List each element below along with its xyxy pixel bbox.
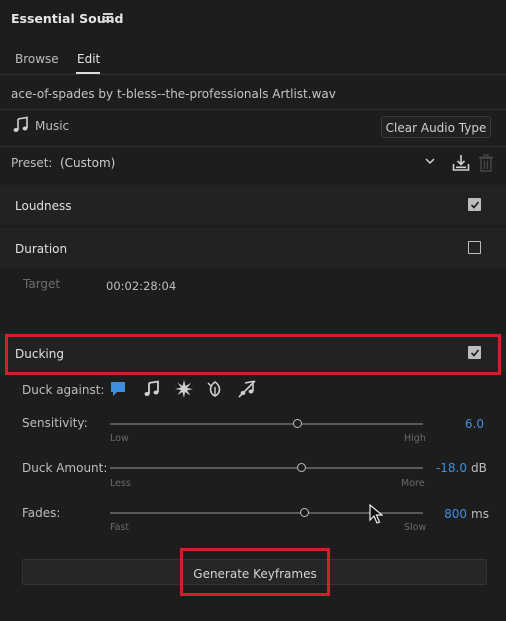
tab-browse[interactable]: Browse [15, 52, 59, 66]
music-icon[interactable] [142, 379, 162, 399]
preset-label: Preset: [11, 156, 53, 170]
divider [0, 74, 506, 75]
loudness-section [0, 185, 506, 225]
fades-max-label: Slow [404, 522, 427, 533]
panel-menu-icon[interactable] [103, 13, 113, 22]
loudness-checkbox[interactable] [468, 198, 481, 211]
duck-against-label: Duck against: [22, 383, 105, 397]
divider [0, 109, 506, 110]
sensitivity-slider-track[interactable] [110, 423, 423, 425]
fades-value[interactable]: 800 [425, 507, 467, 521]
fades-slider-thumb[interactable] [300, 508, 309, 517]
duck-amount-label: Duck Amount: [22, 461, 108, 475]
sensitivity-min-label: Low [110, 433, 129, 444]
tab-edit[interactable]: Edit [77, 52, 100, 66]
duck-amount-unit: dB [471, 461, 487, 475]
duck-amount-value[interactable]: -18.0 [425, 461, 467, 475]
duration-checkbox[interactable] [468, 241, 481, 254]
ducking-highlight [5, 334, 501, 375]
duck-amount-slider-thumb[interactable] [297, 463, 306, 472]
sfx-icon[interactable] [174, 379, 194, 399]
music-note-icon [13, 116, 28, 132]
chevron-down-icon[interactable] [424, 155, 436, 167]
clip-filename: ace-of-spades by t-bless--the-profession… [11, 87, 336, 101]
duck-amount-min-label: Less [110, 478, 131, 489]
audio-type-label: Music [35, 119, 70, 133]
sensitivity-max-label: High [404, 433, 426, 444]
ambience-icon[interactable] [205, 379, 225, 399]
sensitivity-label: Sensitivity: [22, 416, 88, 430]
mouse-cursor-icon [369, 504, 383, 524]
duck-amount-slider-track[interactable] [110, 467, 423, 469]
check-icon [470, 201, 480, 209]
duck-amount-max-label: More [401, 478, 425, 489]
target-duration-value[interactable]: 00:02:28:04 [106, 279, 176, 293]
unassigned-icon[interactable] [237, 379, 257, 399]
sensitivity-slider-thumb[interactable] [293, 419, 302, 428]
preset-dropdown[interactable]: (Custom) [60, 156, 440, 172]
dialogue-icon[interactable] [108, 379, 128, 399]
loudness-label: Loudness [15, 199, 72, 213]
duration-label: Duration [15, 242, 68, 256]
divider [0, 146, 506, 147]
duration-section [0, 228, 506, 268]
fades-min-label: Fast [110, 522, 130, 533]
fades-unit: ms [471, 507, 489, 521]
sensitivity-value[interactable]: 6.0 [440, 417, 484, 431]
save-preset-icon[interactable] [452, 154, 470, 172]
target-label: Target [23, 277, 61, 291]
fades-label: Fades: [22, 506, 61, 520]
trash-icon[interactable] [478, 154, 494, 172]
generate-keyframes-highlight [180, 548, 330, 596]
clear-audio-type-button[interactable]: Clear Audio Type [381, 116, 491, 138]
